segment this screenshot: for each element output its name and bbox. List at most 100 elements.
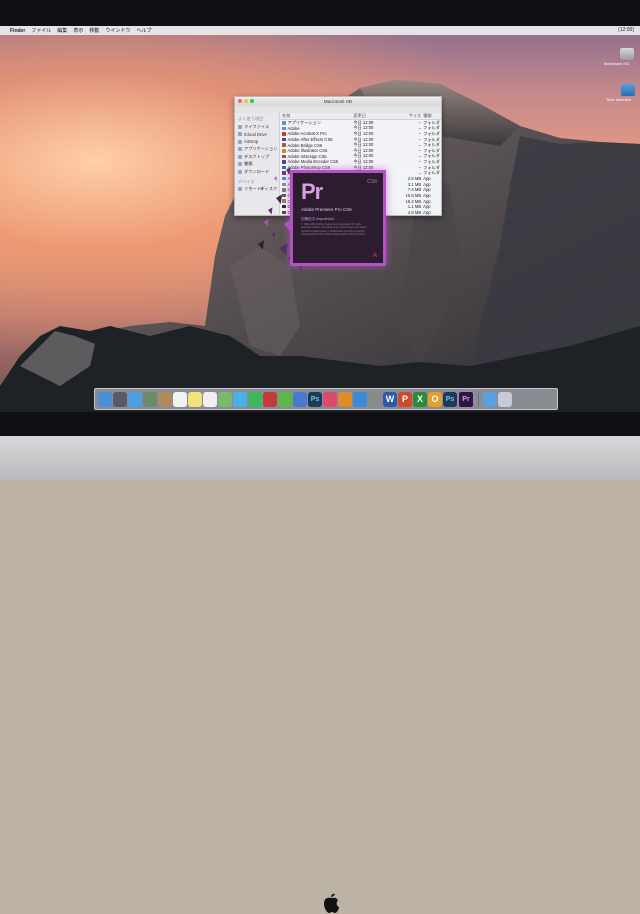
icloud-icon xyxy=(238,132,242,137)
notes-icon[interactable] xyxy=(188,391,202,407)
file-size-cell: -- xyxy=(418,120,422,126)
file-kind-cell: App xyxy=(423,181,431,187)
dock: Ps W P X O Ps Pr xyxy=(94,388,558,410)
word-icon[interactable]: W xyxy=(383,391,397,407)
backup-drive-icon[interactable] xyxy=(621,84,635,96)
animation-shard xyxy=(258,240,264,250)
file-size-cell: 10.8 MB xyxy=(405,193,422,199)
file-icon xyxy=(282,137,286,142)
premiere-splash-screen: Pr CS6 Adobe Premiere Pro CS6 初期化中 Impor… xyxy=(290,170,386,266)
splash-status-text: 初期化中 ImporterAVI... xyxy=(301,217,338,221)
sidebar-item-label: AirDrop xyxy=(244,139,259,145)
animation-shard xyxy=(268,207,273,215)
animation-shard xyxy=(274,176,277,181)
photos-icon[interactable] xyxy=(143,391,157,407)
file-size-cell: 4.5 MB xyxy=(407,209,422,215)
facetime-icon[interactable] xyxy=(248,391,262,407)
messages-icon[interactable] xyxy=(233,391,247,407)
file-kind-cell: フォルダ xyxy=(423,170,440,176)
outlook-icon[interactable]: O xyxy=(428,391,442,407)
menu-clock[interactable]: (12:00) xyxy=(618,27,634,33)
launchpad-icon[interactable] xyxy=(113,391,127,407)
sidebar-item-applications[interactable]: アプリケーション xyxy=(235,146,279,154)
minimize-window-icon[interactable] xyxy=(244,99,248,103)
keynote-icon[interactable] xyxy=(293,391,307,407)
airdrop-icon xyxy=(238,139,242,144)
menu-file[interactable]: ファイル xyxy=(31,27,51,34)
numbers-icon[interactable] xyxy=(278,391,292,407)
zoom-window-icon[interactable] xyxy=(250,99,254,103)
powerpoint-icon[interactable]: P xyxy=(398,391,412,407)
file-size-cell: -- xyxy=(418,153,422,159)
sidebar-item-all-my-files[interactable]: マイファイル xyxy=(235,123,279,131)
ibooks-icon[interactable] xyxy=(338,391,352,407)
finder-icon[interactable] xyxy=(98,391,112,407)
file-size-cell: -- xyxy=(418,159,422,165)
hard-drive-icon[interactable] xyxy=(620,48,634,60)
desktop-screen: Finder ファイル 編集 表示 移動 ウインドウ ヘルプ (12:00) M… xyxy=(0,26,640,412)
file-size-cell: 1.1 MB xyxy=(407,204,422,210)
trash-icon[interactable] xyxy=(498,391,512,407)
file-icon xyxy=(282,132,286,136)
photoshop-icon[interactable]: Ps xyxy=(443,391,457,407)
splash-version: CS6 xyxy=(367,179,377,185)
file-kind-cell: App xyxy=(423,204,431,210)
sidebar-item-icloud[interactable]: iCloud Drive xyxy=(235,131,279,139)
sidebar-item-airdrop[interactable]: AirDrop xyxy=(235,138,279,146)
premiere-icon[interactable]: Pr xyxy=(458,390,474,408)
finder-title: Macintosh HD xyxy=(323,99,353,104)
file-kind-cell: App xyxy=(423,176,431,182)
animation-shard xyxy=(276,194,282,204)
excel-icon[interactable]: X xyxy=(413,391,427,407)
file-kind-cell: App xyxy=(423,193,431,199)
desktop-icon xyxy=(238,154,242,159)
close-window-icon[interactable] xyxy=(238,99,242,103)
file-name-cell: Adobe xyxy=(280,126,353,131)
remote-disc-icon xyxy=(238,187,242,192)
reminders-icon[interactable] xyxy=(203,391,217,407)
column-header-name[interactable]: 名前 xyxy=(280,113,353,119)
sidebar-item-label: マイファイル xyxy=(244,123,270,129)
menu-bar: Finder ファイル 編集 表示 移動 ウインドウ ヘルプ (12:00) xyxy=(0,26,640,35)
file-size-cell: 2.6 MB xyxy=(407,176,422,182)
downloads-folder-icon[interactable] xyxy=(483,391,497,407)
column-header-size[interactable]: サイズ xyxy=(400,113,423,119)
file-size-cell: -- xyxy=(418,142,422,148)
file-size-cell: -- xyxy=(418,137,422,143)
app-store-icon[interactable] xyxy=(353,391,367,407)
file-kind-cell: App xyxy=(423,198,431,204)
menu-go[interactable]: 移動 xyxy=(89,27,99,34)
calendar-icon[interactable] xyxy=(173,391,187,407)
safari-icon[interactable] xyxy=(128,391,142,407)
file-icon xyxy=(282,126,286,131)
file-size-cell: -- xyxy=(418,165,422,171)
photoshop-icon[interactable]: Ps xyxy=(308,391,322,407)
file-size-cell: -- xyxy=(418,148,422,154)
contacts-icon[interactable] xyxy=(158,391,172,407)
apple-logo xyxy=(324,893,339,913)
menu-window[interactable]: ウインドウ xyxy=(105,27,130,34)
menu-view[interactable]: 表示 xyxy=(73,27,83,34)
sidebar-item-label: アプリケーション xyxy=(244,146,278,152)
documents-icon xyxy=(238,162,242,167)
menu-edit[interactable]: 編集 xyxy=(57,27,67,34)
file-kind-cell: App xyxy=(423,215,441,216)
finder-title-bar[interactable]: Macintosh HD xyxy=(235,97,441,106)
menu-help[interactable]: ヘルプ xyxy=(136,27,151,34)
column-header-kind[interactable]: 種類 xyxy=(423,113,441,119)
itunes-icon[interactable] xyxy=(323,391,337,407)
column-header-date[interactable]: 変更日 xyxy=(353,113,399,119)
premiere-logo: Pr xyxy=(301,179,323,204)
file-kind-cell: App xyxy=(423,187,431,193)
file-size-cell: 7.4 MB xyxy=(407,187,422,193)
menu-finder[interactable]: Finder xyxy=(10,28,25,34)
system-preferences-icon[interactable] xyxy=(368,391,382,407)
file-size-cell: 3.1 MB xyxy=(407,181,422,187)
file-name-cell: Adobe Acrobat X Pro xyxy=(280,131,353,136)
animation-shard xyxy=(260,186,263,191)
maps-icon[interactable] xyxy=(218,391,232,407)
animation-shard xyxy=(280,243,288,256)
imac-chin xyxy=(0,436,640,913)
file-size-cell: -- xyxy=(418,170,422,176)
photo-booth-icon[interactable] xyxy=(263,391,277,407)
